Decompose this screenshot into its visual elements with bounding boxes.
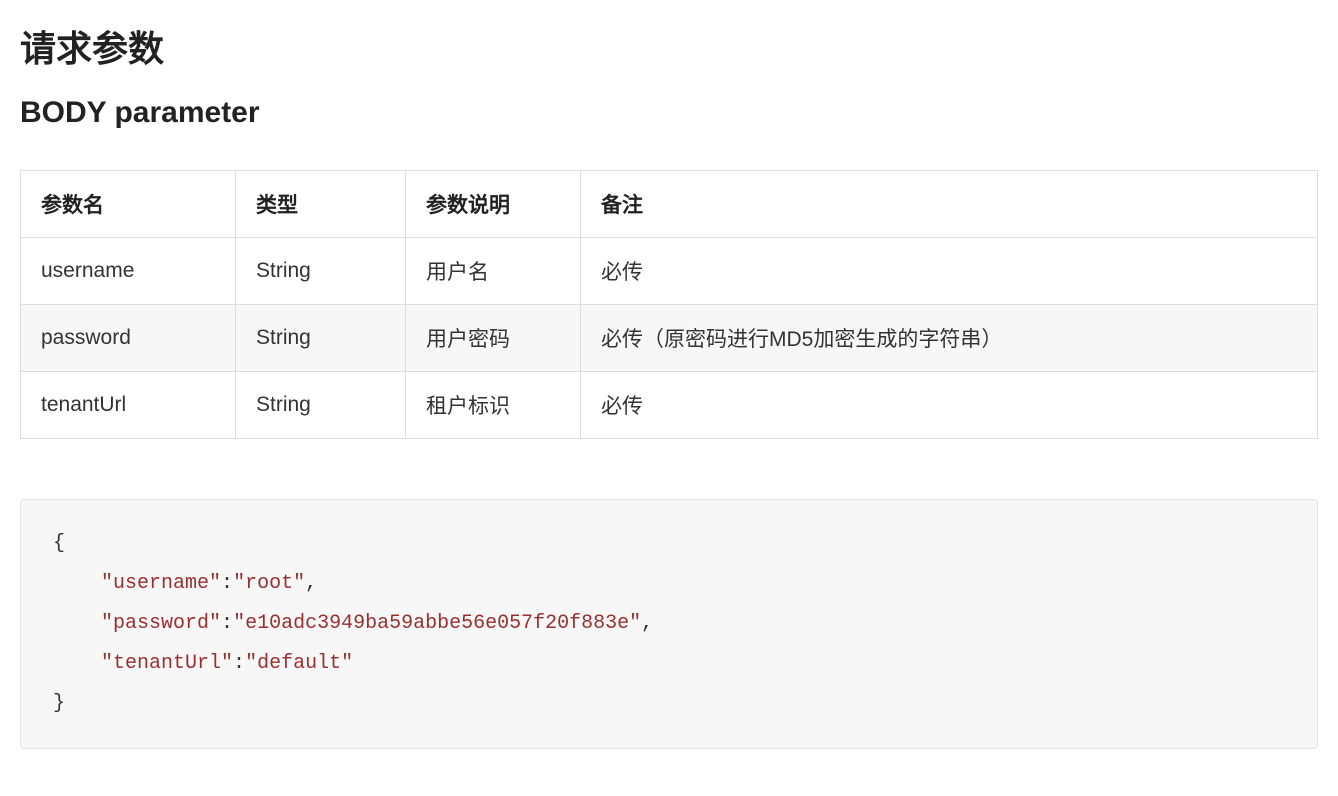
cell-name: tenantUrl [21,372,236,439]
parameters-table: 参数名 类型 参数说明 备注 username String 用户名 必传 pa… [20,170,1318,439]
cell-type: String [236,372,406,439]
table-row: username String 用户名 必传 [21,238,1318,305]
cell-note: 必传（原密码进行MD5加密生成的字符串） [581,305,1318,372]
cell-desc: 用户名 [406,238,581,305]
code-example: { "username":"root", "password":"e10adc3… [20,499,1318,749]
cell-name: username [21,238,236,305]
table-header-row: 参数名 类型 参数说明 备注 [21,171,1318,238]
section-subheading: BODY parameter [20,96,1318,130]
table-row: password String 用户密码 必传（原密码进行MD5加密生成的字符串… [21,305,1318,372]
cell-note: 必传 [581,372,1318,439]
document-container: 请求参数 BODY parameter 参数名 类型 参数说明 备注 usern… [20,20,1318,749]
cell-type: String [236,305,406,372]
page-heading: 请求参数 [20,20,1318,72]
cell-type: String [236,238,406,305]
cell-name: password [21,305,236,372]
header-name: 参数名 [21,171,236,238]
header-type: 类型 [236,171,406,238]
cell-desc: 用户密码 [406,305,581,372]
table-row: tenantUrl String 租户标识 必传 [21,372,1318,439]
header-desc: 参数说明 [406,171,581,238]
cell-desc: 租户标识 [406,372,581,439]
cell-note: 必传 [581,238,1318,305]
header-note: 备注 [581,171,1318,238]
